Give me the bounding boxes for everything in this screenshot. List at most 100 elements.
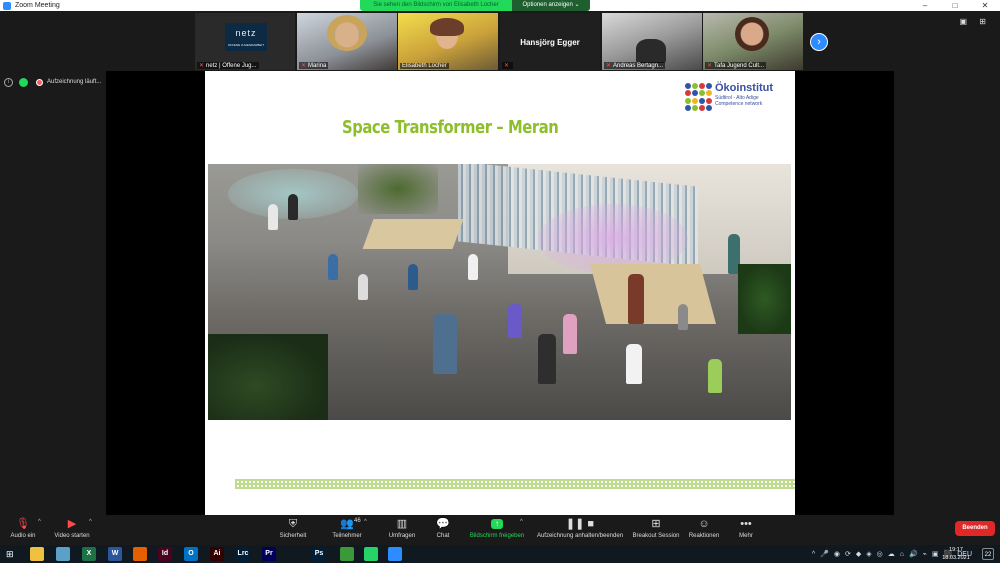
brand-name: Ökoinstitut: [715, 82, 774, 94]
recording-label: Aufzeichnung läuft...: [47, 79, 102, 85]
tray-app-icon[interactable]: ◎: [877, 550, 883, 558]
participant-video: [636, 39, 666, 63]
taskbar-clock[interactable]: 19:17 18.03.2021: [940, 546, 972, 562]
chat-label: Chat: [436, 533, 450, 539]
volume-icon[interactable]: 🔊: [909, 550, 918, 558]
photo-child: [328, 254, 338, 280]
participant-tile[interactable]: Hansjörg Egger ✕: [500, 13, 600, 70]
view-options-button[interactable]: Optionen anzeigen ⌄: [512, 0, 590, 11]
more-label: Mehr: [739, 533, 753, 539]
tray-app-icon[interactable]: ▣: [932, 550, 939, 558]
logo-dot: [685, 97, 691, 104]
logo-dot: [692, 90, 698, 97]
participant-name: ✕ Marina: [299, 62, 329, 69]
photo-child: [508, 304, 522, 338]
photo-child: [678, 304, 688, 330]
participant-tile[interactable]: netz OFFENE JUGENDARBEIT ✕ netz | Offene …: [195, 13, 295, 70]
cloud-icon[interactable]: ☁: [888, 550, 895, 558]
video-button[interactable]: ▶ Video starten ^: [37, 517, 107, 539]
green-app-icon[interactable]: [340, 547, 354, 561]
excel-icon[interactable]: X: [82, 547, 96, 561]
netz-logo: netz OFFENE JUGENDARBEIT: [225, 23, 267, 51]
participant-tile[interactable]: ✕ Marina: [297, 13, 397, 70]
photo-palm-plant: [208, 334, 328, 420]
photo-wooden-bench: [362, 219, 464, 249]
encryption-shield-icon[interactable]: [19, 77, 28, 87]
view-options-label: Optionen anzeigen: [522, 2, 573, 8]
illustrator-icon[interactable]: Ai: [210, 547, 224, 561]
mic-muted-icon: ✕: [301, 63, 307, 69]
share-screen-icon: ↑: [491, 519, 503, 529]
logo-dot: [685, 104, 691, 111]
photoshop-icon[interactable]: Ps: [312, 547, 326, 561]
end-meeting-button[interactable]: Beenden: [955, 521, 995, 536]
logo-dot: [685, 90, 691, 97]
battery-icon[interactable]: ⌁: [923, 550, 927, 558]
indesign-icon[interactable]: Id: [158, 547, 172, 561]
participant-name: ✕ Tafa Jugend Cult...: [705, 62, 767, 69]
clock-date: 18.03.2021: [942, 555, 970, 561]
logo-dot: [706, 90, 712, 97]
windows-start-icon[interactable]: ⊞: [6, 549, 16, 559]
participant-hair: [327, 15, 367, 51]
logo-dot: [699, 83, 705, 89]
info-icon[interactable]: i: [4, 77, 13, 87]
photo-adult: [433, 314, 457, 374]
photo-child: [268, 204, 278, 230]
video-off-icon: ▶: [67, 518, 77, 530]
recording-controls-button[interactable]: ❚❚ ■ Aufzeichnung anhalten/beenden: [532, 517, 628, 539]
chevron-up-icon[interactable]: ^: [89, 519, 92, 525]
premiere-icon[interactable]: Pr: [262, 547, 276, 561]
participant-tile[interactable]: ✕ Tafa Jugend Cult...: [703, 13, 803, 70]
tray-app-icon[interactable]: ◆: [856, 550, 861, 558]
brand-subtitle: Südtirol - Alto Adige Competence network: [715, 95, 762, 107]
maximize-button[interactable]: □: [940, 0, 970, 11]
network-icon[interactable]: ⌂: [900, 551, 904, 558]
show-hidden-icon[interactable]: ^: [812, 551, 815, 558]
word-icon[interactable]: W: [108, 547, 122, 561]
lightroom-classic-icon[interactable]: Lrc: [236, 547, 250, 561]
window-title: Zoom Meeting: [15, 2, 60, 9]
mic-tray-icon[interactable]: 🎤: [820, 550, 829, 558]
whatsapp-icon[interactable]: [364, 547, 378, 561]
photo-child: [468, 254, 478, 280]
participant-hair: [735, 17, 769, 51]
recording-controls-label: Aufzeichnung anhalten/beenden: [536, 533, 624, 539]
logo-dot: [685, 83, 691, 89]
view-mode-icon[interactable]: ▣: [960, 17, 968, 26]
pause-stop-icon: ❚❚ ■: [565, 518, 595, 530]
logo-text: netz: [235, 28, 257, 38]
next-page-icon[interactable]: ›: [810, 33, 828, 51]
firefox-icon[interactable]: [133, 547, 147, 561]
zoom-icon[interactable]: [388, 547, 402, 561]
share-screen-button[interactable]: ↑ Bildschirm freigeben ^: [462, 517, 532, 539]
meeting-toolbar: 🎙 Audio ein ^ ▶ Video starten ^ ⛨ Sicher…: [0, 515, 1000, 545]
minimize-button[interactable]: –: [910, 0, 940, 11]
mic-muted-icon: 🎙: [16, 518, 30, 530]
sync-icon[interactable]: ⟳: [845, 550, 851, 558]
close-button[interactable]: ✕: [970, 0, 1000, 11]
more-button[interactable]: ••• Mehr: [711, 517, 781, 539]
photo-child: [708, 359, 722, 393]
files-icon[interactable]: [56, 547, 70, 561]
photo-adult: [538, 334, 556, 384]
tray-app-icon[interactable]: ◉: [834, 550, 840, 558]
presentation-slide: Ökoinstitut Südtirol - Alto Adige Compet…: [205, 71, 795, 515]
mic-muted-icon: ✕: [606, 63, 612, 69]
outlook-icon[interactable]: O: [184, 547, 198, 561]
photo-child: [288, 194, 298, 220]
participant-name: ✕ Andreas Bertagn...: [604, 62, 666, 69]
participant-mic-status: ✕: [502, 62, 514, 69]
participant-tile[interactable]: ✕ Andreas Bertagn...: [602, 13, 702, 70]
logo-dot: [692, 104, 698, 111]
file-explorer-icon[interactable]: [30, 547, 44, 561]
tray-app-icon[interactable]: ◈: [866, 550, 871, 558]
participant-tile[interactable]: Elisabeth Locher: [398, 13, 498, 70]
logo-dots-icon: [685, 83, 713, 111]
logo-dot: [706, 83, 712, 89]
layout-icon[interactable]: ⊞: [979, 17, 986, 26]
logo-dot: [692, 83, 698, 89]
notification-center-icon[interactable]: 22: [982, 548, 994, 560]
chevron-up-icon[interactable]: ^: [520, 519, 523, 525]
logo-dot: [699, 90, 705, 97]
